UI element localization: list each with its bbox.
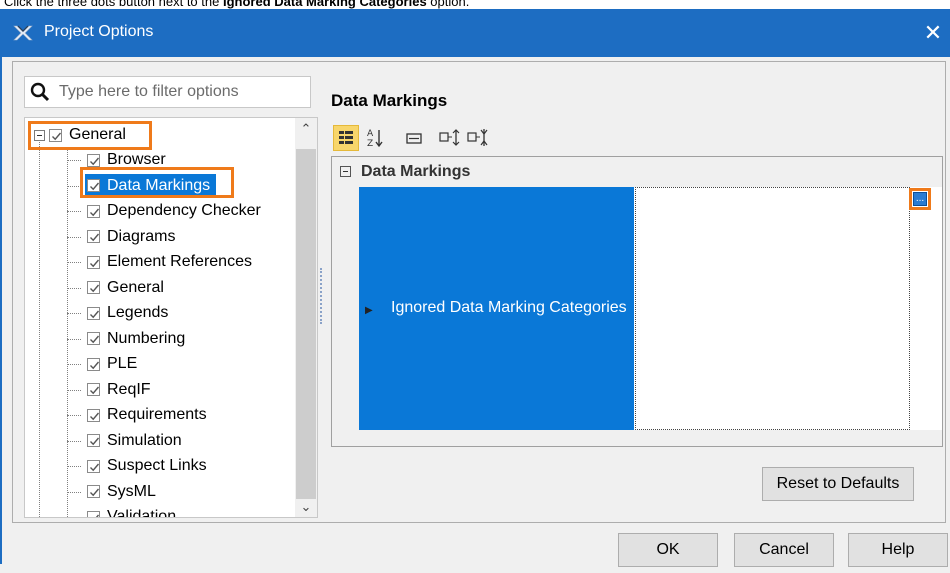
- tree-connector: [67, 287, 81, 289]
- tree-item-label: Validation: [107, 508, 177, 518]
- sort-alphabetical-icon[interactable]: A Z: [363, 125, 389, 151]
- value-gutter: [910, 187, 942, 430]
- tree-item-label: PLE: [107, 355, 138, 372]
- tree-item[interactable]: PLE: [87, 352, 137, 376]
- row-pointer-icon: ▶: [365, 305, 373, 316]
- tree-item-checkbox[interactable]: [87, 230, 100, 243]
- highlight-general-root: [28, 121, 152, 150]
- tree-connector: [67, 160, 81, 161]
- tree-item-checkbox[interactable]: [87, 306, 100, 320]
- tree-connector: [67, 262, 81, 263]
- tree-connector: [67, 148, 68, 517]
- group-header[interactable]: Data Markings: [332, 157, 942, 187]
- tree-item[interactable]: General: [87, 276, 164, 300]
- tree-item[interactable]: Requirements: [87, 403, 207, 427]
- tree-connector: [39, 135, 40, 517]
- panel-title: Data Markings: [331, 91, 448, 110]
- tree-item-checkbox[interactable]: [87, 153, 100, 167]
- row-gutter: [332, 187, 359, 446]
- tree-item[interactable]: Simulation: [87, 429, 182, 453]
- categorized-icon[interactable]: [333, 125, 359, 151]
- property-value-cell[interactable]: [635, 187, 910, 430]
- reset-to-defaults-button[interactable]: Reset to Defaults: [762, 467, 914, 501]
- filter-input[interactable]: [59, 81, 304, 103]
- tree-connector: [67, 211, 81, 212]
- svg-text:A: A: [367, 129, 374, 139]
- tree-item-checkbox[interactable]: [87, 357, 100, 371]
- grid-footer: [332, 430, 942, 446]
- window-border: [0, 48, 2, 564]
- tree-connector: [67, 491, 81, 493]
- tree-item[interactable]: Diagrams: [87, 225, 175, 249]
- tree-item-label: Element References: [107, 253, 252, 270]
- property-row-ignored-categories[interactable]: ▶ Ignored Data Marking Categories: [359, 187, 634, 430]
- tree-item-checkbox[interactable]: [87, 510, 100, 517]
- tree-connector: [67, 338, 81, 340]
- expand-all-icon[interactable]: [437, 125, 463, 151]
- tree-item-checkbox[interactable]: [87, 485, 100, 498]
- help-button[interactable]: Help: [848, 533, 948, 567]
- tree-item-label: Dependency Checker: [107, 202, 261, 219]
- collapse-group-icon[interactable]: [340, 166, 351, 177]
- close-icon[interactable]: ✕: [920, 19, 946, 47]
- ok-button[interactable]: OK: [618, 533, 718, 567]
- three-dots-button[interactable]: ...: [909, 188, 931, 210]
- scroll-down-icon[interactable]: ⌄: [295, 499, 317, 517]
- property-name: Ignored Data Marking Categories: [391, 299, 627, 316]
- tree-connector: [67, 185, 81, 187]
- tree-connector: [67, 364, 81, 365]
- title-bar[interactable]: Project Options ✕: [0, 9, 950, 57]
- tree-item-checkbox[interactable]: [87, 204, 100, 218]
- tree-item-label: Numbering: [107, 329, 186, 347]
- splitter-handle[interactable]: [320, 268, 323, 324]
- tree-connector: [67, 389, 81, 391]
- description-icon[interactable]: [401, 125, 427, 151]
- scroll-thumb[interactable]: [296, 149, 316, 499]
- tree-connector: [67, 313, 81, 314]
- cameo-logo-icon: [13, 25, 33, 41]
- ellipsis-icon: ...: [913, 192, 927, 206]
- tree-item-label: ReqIF: [107, 380, 151, 398]
- tree-item-checkbox[interactable]: [87, 434, 100, 447]
- window-title: Project Options: [44, 23, 154, 40]
- tree-item-label: Legends: [107, 304, 169, 321]
- cancel-button[interactable]: Cancel: [734, 533, 834, 567]
- tree-item[interactable]: SysML: [87, 480, 156, 504]
- property-grid: Data Markings ▶ Ignored Data Marking Cat…: [331, 156, 943, 447]
- tree-connector: [67, 236, 81, 238]
- tree-item[interactable]: ReqIF: [87, 378, 151, 402]
- tree-item-checkbox[interactable]: [87, 281, 100, 294]
- options-tree[interactable]: General Browser Data Markings Dependency C…: [24, 117, 318, 518]
- tree-connector: [67, 466, 81, 467]
- tree-item[interactable]: Dependency Checker: [87, 199, 261, 223]
- tree-item-label: SysML: [107, 482, 156, 500]
- tree-item-checkbox[interactable]: [87, 459, 100, 473]
- tree-scrollbar[interactable]: ⌃ ⌄: [295, 118, 317, 517]
- tree-item-label: Simulation: [107, 431, 182, 449]
- filter-search-box[interactable]: [24, 76, 311, 108]
- instruction-caption: Click the three dots button next to the …: [4, 0, 470, 9]
- tree-item-checkbox[interactable]: [87, 255, 100, 269]
- tree-item-label: Requirements: [107, 406, 207, 423]
- group-label: Data Markings: [361, 163, 471, 180]
- tree-item[interactable]: Legends: [87, 301, 168, 325]
- tree-connector: [67, 440, 81, 442]
- tree-item-label: General: [107, 278, 164, 296]
- tree-item-label: Suspect Links: [107, 457, 207, 474]
- tree-item-checkbox[interactable]: [87, 332, 100, 345]
- tree-connector: [67, 415, 81, 416]
- highlight-data-markings: [80, 167, 234, 198]
- tree-item[interactable]: Validation: [87, 505, 177, 518]
- tree-item[interactable]: Element References: [87, 250, 252, 274]
- tree-connector: [67, 517, 81, 518]
- scroll-up-icon[interactable]: ⌃: [295, 118, 317, 136]
- tree-item[interactable]: Suspect Links: [87, 454, 207, 478]
- tree-item-checkbox[interactable]: [87, 383, 100, 396]
- collapse-all-icon[interactable]: [465, 125, 491, 151]
- search-icon: [30, 82, 50, 102]
- svg-text:Z: Z: [367, 139, 373, 149]
- tree-item-label: Diagrams: [107, 227, 176, 245]
- tree-item-checkbox[interactable]: [87, 408, 100, 422]
- tree-item[interactable]: Numbering: [87, 327, 185, 351]
